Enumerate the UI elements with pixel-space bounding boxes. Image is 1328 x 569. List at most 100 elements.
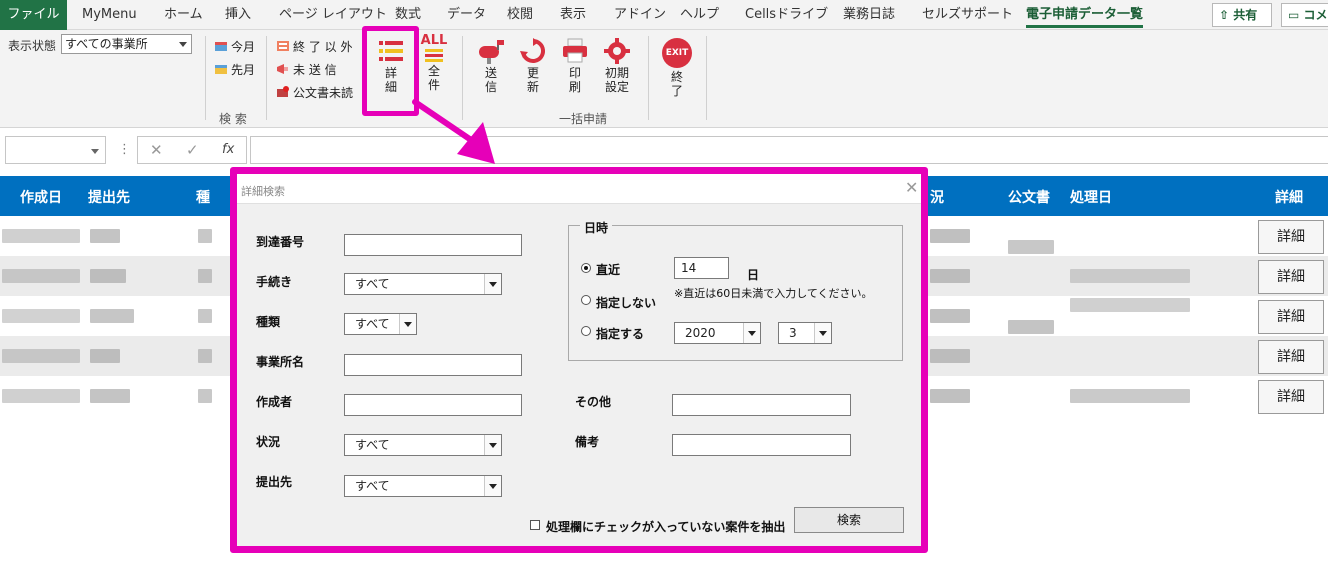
mailbox-icon bbox=[479, 40, 504, 64]
blurred-cell bbox=[198, 349, 212, 363]
month-select[interactable]: 3 bbox=[778, 322, 832, 344]
display-state-select[interactable]: すべての事業所 bbox=[61, 34, 192, 54]
blurred-cell bbox=[198, 309, 212, 323]
chevron-down-icon bbox=[91, 149, 99, 154]
other-input[interactable] bbox=[672, 394, 851, 416]
name-box[interactable] bbox=[5, 136, 106, 164]
blurred-cell bbox=[930, 389, 970, 403]
chevron-down-icon[interactable] bbox=[743, 323, 760, 343]
author-label: 作成者 bbox=[256, 395, 293, 409]
tab-mymenu[interactable]: MyMenu bbox=[82, 0, 137, 30]
detail-button[interactable]: 詳細 bbox=[1258, 220, 1324, 254]
recent-label: 直近 bbox=[596, 263, 621, 277]
list-icon bbox=[277, 41, 289, 51]
specify-radio[interactable] bbox=[581, 326, 591, 336]
tab-addins[interactable]: アドイン bbox=[614, 0, 666, 30]
printer-icon bbox=[563, 38, 587, 63]
chevron-down-icon[interactable] bbox=[814, 323, 831, 343]
last-month-button[interactable]: 先月 bbox=[214, 61, 255, 78]
chevron-down-icon bbox=[179, 42, 187, 47]
tab-cells-support[interactable]: セルズサポート bbox=[922, 0, 1013, 30]
comment-button[interactable]: ▭ コメント bbox=[1281, 3, 1328, 27]
blurred-cell bbox=[930, 229, 970, 243]
unprocessed-checkbox-label: 処理欄にチェックが入っていない案件を抽出 bbox=[546, 520, 786, 534]
send-button[interactable]: 送 信 bbox=[476, 38, 506, 94]
tab-data[interactable]: データ bbox=[447, 0, 486, 30]
cancel-icon[interactable]: ✕ bbox=[150, 141, 163, 159]
all-search-button[interactable]: ALL 全 件 bbox=[420, 34, 448, 93]
detail-button[interactable]: 詳細 bbox=[1258, 380, 1324, 414]
specify-label: 指定する bbox=[596, 327, 645, 341]
office-name-label: 事業所名 bbox=[256, 355, 305, 369]
remarks-label: 備考 bbox=[575, 435, 600, 449]
close-icon[interactable]: ✕ bbox=[905, 178, 918, 197]
print-button[interactable]: 印 刷 bbox=[560, 38, 590, 94]
recent-radio[interactable] bbox=[581, 263, 591, 273]
tab-business-diary[interactable]: 業務日誌 bbox=[843, 0, 895, 30]
enter-icon[interactable]: ✓ bbox=[186, 141, 199, 159]
chevron-down-icon[interactable] bbox=[484, 435, 501, 455]
tab-e-application-list[interactable]: 電子申請データ一覧 bbox=[1026, 0, 1144, 30]
initial-settings-button[interactable]: 初期 設定 bbox=[600, 38, 634, 94]
column-header-kind: 種 bbox=[196, 190, 210, 206]
blurred-cell bbox=[2, 269, 80, 283]
not-completed-button[interactable]: 終 了 以 外 bbox=[276, 38, 352, 55]
update-button[interactable]: 更 新 bbox=[518, 38, 548, 94]
author-input[interactable] bbox=[344, 394, 522, 416]
detail-button[interactable]: 詳細 bbox=[1258, 300, 1324, 334]
status-select[interactable]: すべて bbox=[344, 434, 502, 456]
share-button[interactable]: ⇧ 共有 bbox=[1212, 3, 1272, 27]
column-header-created-date: 作成日 bbox=[20, 190, 62, 206]
blurred-cell bbox=[198, 269, 212, 283]
tab-file[interactable]: ファイル bbox=[0, 0, 67, 30]
list-icon bbox=[425, 49, 443, 62]
blurred-cell bbox=[2, 229, 80, 243]
chevron-down-icon[interactable] bbox=[484, 274, 501, 294]
group-label-batch: 一括申請 bbox=[559, 112, 608, 126]
unprocessed-checkbox[interactable] bbox=[530, 520, 540, 530]
exit-icon: EXIT bbox=[662, 38, 692, 68]
detail-button[interactable]: 詳細 bbox=[1258, 260, 1324, 294]
procedure-select[interactable]: すべて bbox=[344, 273, 502, 295]
ribbon-separator bbox=[266, 36, 267, 120]
more-icon: ⋮ bbox=[118, 142, 131, 157]
kind-select[interactable]: すべて bbox=[344, 313, 417, 335]
refresh-icon bbox=[520, 38, 546, 63]
detail-button[interactable]: 詳細 bbox=[1258, 340, 1324, 374]
blurred-cell bbox=[198, 389, 212, 403]
unspecified-radio[interactable] bbox=[581, 295, 591, 305]
tab-review[interactable]: 校閲 bbox=[507, 0, 533, 30]
dialog-titlebar: 詳細検索 ✕ bbox=[237, 174, 921, 204]
kind-label: 種類 bbox=[256, 315, 281, 329]
tab-insert[interactable]: 挿入 bbox=[225, 0, 251, 30]
blurred-cell bbox=[90, 349, 120, 363]
tab-view[interactable]: 表示 bbox=[560, 0, 586, 30]
tab-help[interactable]: ヘルプ bbox=[680, 0, 719, 30]
blurred-cell bbox=[90, 269, 126, 283]
mail-alert-icon bbox=[277, 86, 289, 97]
gear-icon bbox=[604, 38, 630, 64]
ribbon-separator bbox=[706, 36, 707, 120]
search-button[interactable]: 検索 bbox=[794, 507, 904, 533]
recent-note: ※直近は60日未満で入力してください。 bbox=[674, 287, 873, 300]
calendar-icon bbox=[215, 42, 227, 51]
blurred-cell bbox=[1070, 389, 1190, 403]
year-select[interactable]: 2020 bbox=[674, 322, 761, 344]
tab-cells-drive[interactable]: Cellsドライブ bbox=[745, 0, 828, 30]
function-icon[interactable]: fx bbox=[222, 142, 234, 157]
arrival-no-input[interactable] bbox=[344, 234, 522, 256]
recent-days-input[interactable]: 14 bbox=[674, 257, 729, 279]
blurred-cell bbox=[2, 309, 80, 323]
unread-official-button[interactable]: 公文書未読 bbox=[276, 84, 353, 101]
ribbon-separator bbox=[205, 36, 206, 120]
tab-home[interactable]: ホーム bbox=[164, 0, 203, 30]
office-name-input[interactable] bbox=[344, 354, 522, 376]
comment-icon: ▭ bbox=[1288, 8, 1304, 22]
chevron-down-icon[interactable] bbox=[484, 476, 501, 496]
exit-button[interactable]: EXIT 終 了 bbox=[660, 38, 694, 98]
destination-select[interactable]: すべて bbox=[344, 475, 502, 497]
remarks-input[interactable] bbox=[672, 434, 851, 456]
this-month-button[interactable]: 今月 bbox=[214, 38, 255, 55]
chevron-down-icon[interactable] bbox=[399, 314, 416, 334]
unsent-button[interactable]: 未 送 信 bbox=[276, 61, 337, 78]
